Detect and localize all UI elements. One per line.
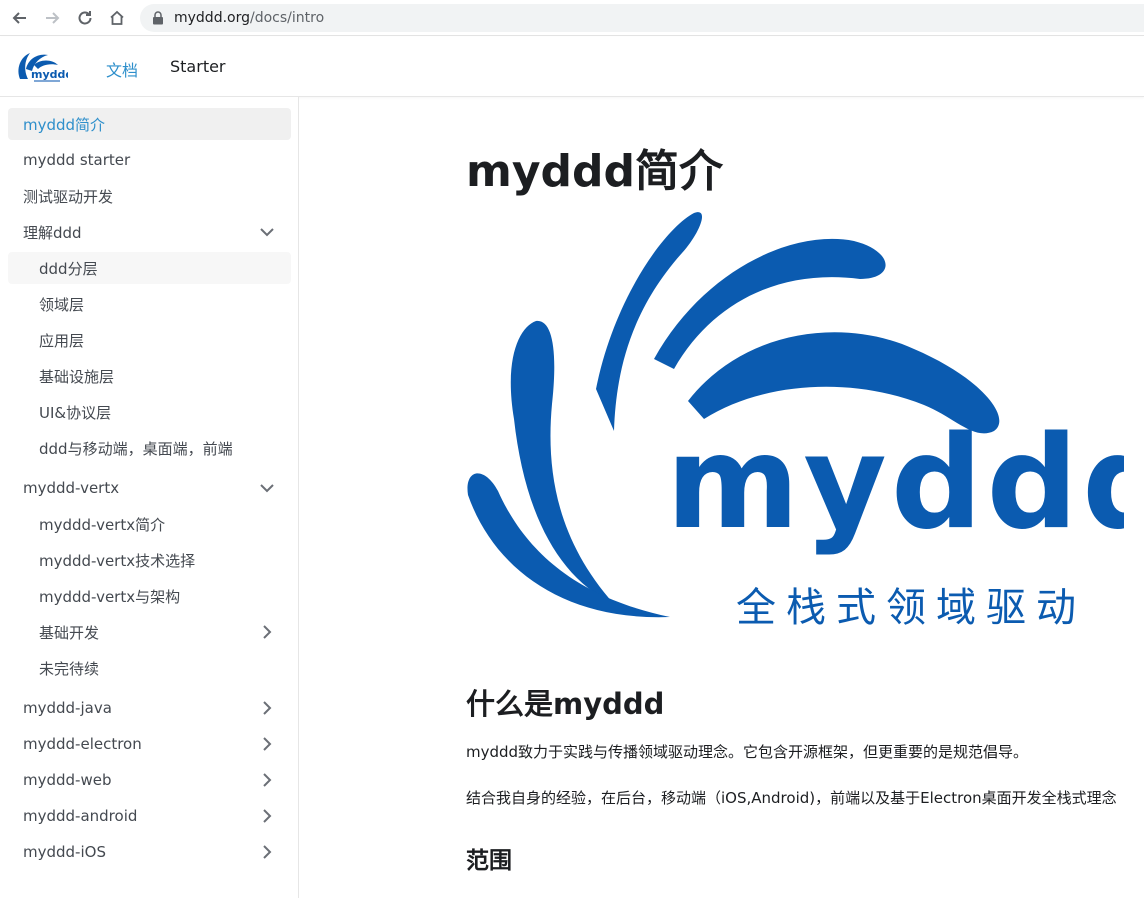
sidebar-item-label: 领域层 <box>39 295 85 314</box>
sidebar-category-myddd-ios[interactable]: myddd-iOS <box>8 836 291 868</box>
sidebar-item-vertx-intro[interactable]: myddd-vertx简介 <box>8 508 291 540</box>
sidebar-item-intro[interactable]: myddd简介 <box>8 108 291 140</box>
sidebar-item-tdd[interactable]: 测试驱动开发 <box>8 180 291 212</box>
nav-link-docs[interactable]: 文档 <box>106 57 138 81</box>
back-button[interactable] <box>8 6 32 30</box>
sidebar-item-label: myddd-web <box>23 771 112 789</box>
sidebar-item-label: UI&协议层 <box>39 403 112 422</box>
site-logo[interactable]: myddd <box>14 49 68 85</box>
hero-logo-wordmark: myddd <box>666 409 1124 558</box>
sidebar-item-ddd-layers[interactable]: ddd分层 <box>8 252 291 284</box>
sidebar-item-label: ddd与移动端，桌面端，前端 <box>39 439 233 458</box>
sidebar-item-label: myddd-vertx <box>23 479 120 497</box>
forward-arrow-icon <box>46 12 60 24</box>
chevron-right-icon[interactable] <box>259 624 275 640</box>
sidebar-item-label: myddd-vertx技术选择 <box>39 551 196 570</box>
sidebar-category-basic-dev[interactable]: 基础开发 <box>8 616 291 648</box>
reload-button[interactable] <box>73 6 97 30</box>
sidebar-item-application-layer[interactable]: 应用层 <box>8 324 291 356</box>
sidebar-item-label: myddd-java <box>23 699 112 717</box>
sidebar-item-label: myddd-vertx简介 <box>39 515 166 534</box>
sidebar-category-understand-ddd[interactable]: 理解ddd <box>8 216 291 248</box>
lock-icon <box>153 11 163 25</box>
sidebar-item-label: 测试驱动开发 <box>23 187 114 206</box>
reload-icon <box>78 11 92 25</box>
url-domain: myddd.org <box>174 10 250 26</box>
address-bar[interactable]: myddd.org/docs/intro <box>140 4 1144 32</box>
chevron-right-icon[interactable] <box>259 736 275 752</box>
site-navbar: myddd 文档 Starter <box>0 37 1144 97</box>
docs-sidebar: myddd简介 myddd starter 测试驱动开发 理解ddd ddd分层… <box>0 97 299 898</box>
back-arrow-icon <box>12 12 26 24</box>
sidebar-item-label: 基础开发 <box>39 623 100 642</box>
hero-logo-image: myddd 全栈式领域驱动 <box>467 212 1124 629</box>
sidebar-item-label: 应用层 <box>39 331 85 350</box>
sidebar-item-infrastructure-layer[interactable]: 基础设施层 <box>8 360 291 392</box>
forward-button[interactable] <box>40 6 64 30</box>
svg-text:myddd: myddd <box>31 68 68 81</box>
sidebar-item-label: 未完待续 <box>39 659 100 678</box>
home-button[interactable] <box>105 6 129 30</box>
sidebar-item-domain-layer[interactable]: 领域层 <box>8 288 291 320</box>
page-title: myddd简介 <box>466 146 724 197</box>
browser-toolbar: myddd.org/docs/intro <box>0 0 1144 36</box>
paragraph-intro: myddd致力于实践与传播领域驱动理念。它包含开源框架，但更重要的是规范倡导。 <box>466 743 1029 761</box>
sidebar-category-myddd-vertx[interactable]: myddd-vertx <box>8 472 291 504</box>
sidebar-item-label: ddd分层 <box>39 259 98 278</box>
sidebar-item-label: 理解ddd <box>23 223 82 242</box>
sidebar-item-ddd-clients[interactable]: ddd与移动端，桌面端，前端 <box>8 432 291 464</box>
sidebar-category-myddd-java[interactable]: myddd-java <box>8 692 291 724</box>
chevron-right-icon[interactable] <box>259 700 275 716</box>
sidebar-item-label: myddd starter <box>23 151 131 169</box>
sidebar-item-label: 基础设施层 <box>39 367 115 386</box>
sidebar-item-ui-protocol-layer[interactable]: UI&协议层 <box>8 396 291 428</box>
home-icon <box>110 10 124 25</box>
sidebar-item-label: myddd-electron <box>23 735 142 753</box>
hero-logo-subtitle: 全栈式领域驱动 <box>736 585 1086 629</box>
sidebar-item-tbc[interactable]: 未完待续 <box>8 652 291 684</box>
url-text: myddd.org/docs/intro <box>174 10 324 26</box>
section-heading-scope: 范围 <box>466 848 512 874</box>
nav-link-starter[interactable]: Starter <box>170 57 226 76</box>
sidebar-item-label: myddd-vertx与架构 <box>39 587 181 606</box>
sidebar-item-starter[interactable]: myddd starter <box>8 144 291 176</box>
url-path: /docs/intro <box>250 10 325 26</box>
sidebar-category-myddd-android[interactable]: myddd-android <box>8 800 291 832</box>
sidebar-item-label: myddd-android <box>23 807 138 825</box>
section-heading-what-is: 什么是myddd <box>466 687 665 721</box>
paragraph-experience: 结合我自身的经验，在后台，移动端（iOS,Android)，前端以及基于Elec… <box>466 789 1117 807</box>
doc-content: myddd简介 myddd 全栈式领域驱动 什么是myddd myddd致力于实… <box>300 97 1144 898</box>
sidebar-category-myddd-web[interactable]: myddd-web <box>8 764 291 796</box>
sidebar-category-myddd-electron[interactable]: myddd-electron <box>8 728 291 760</box>
chevron-right-icon[interactable] <box>259 772 275 788</box>
chevron-right-icon[interactable] <box>259 808 275 824</box>
sidebar-item-vertx-tech[interactable]: myddd-vertx技术选择 <box>8 544 291 576</box>
chevron-right-icon[interactable] <box>259 844 275 860</box>
sidebar-item-label: myddd-iOS <box>23 843 106 861</box>
sidebar-item-label: myddd简介 <box>23 115 106 134</box>
chevron-down-icon[interactable] <box>259 224 275 240</box>
sidebar-item-vertx-arch[interactable]: myddd-vertx与架构 <box>8 580 291 612</box>
chevron-down-icon[interactable] <box>259 480 275 496</box>
